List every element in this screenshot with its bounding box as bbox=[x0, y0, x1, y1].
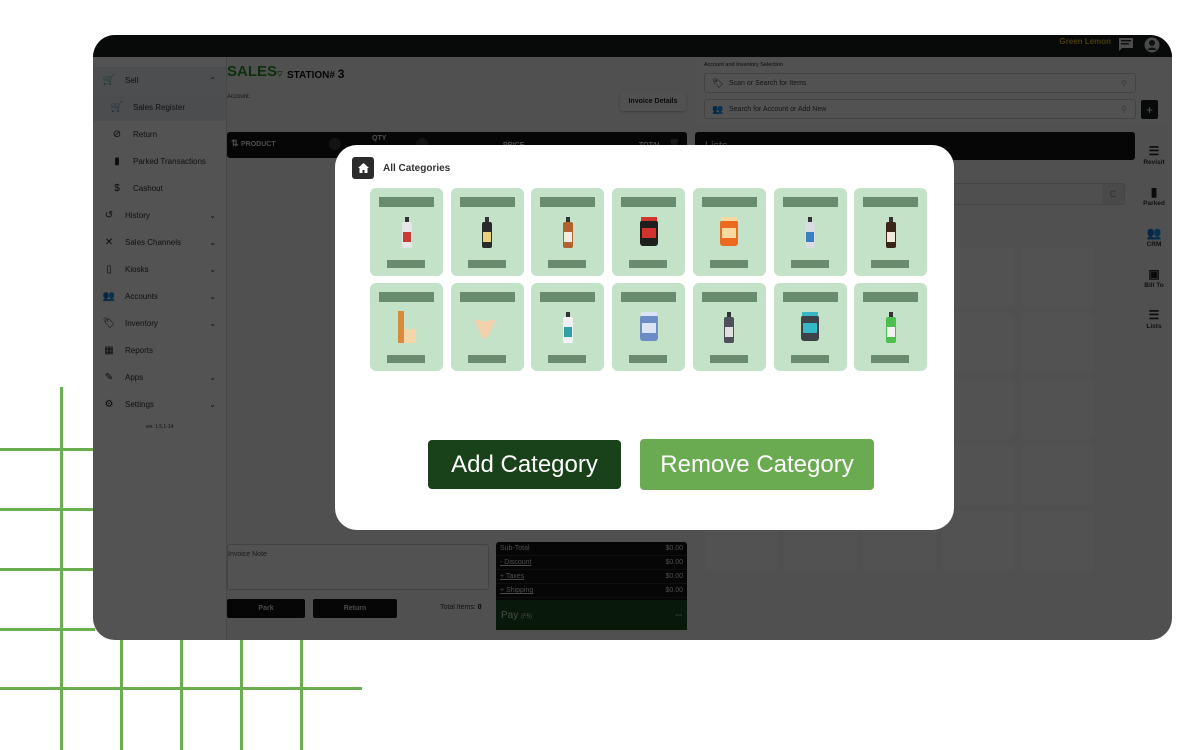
category-name-bar bbox=[540, 197, 596, 207]
grid-line-horizontal bbox=[0, 448, 95, 451]
product-icon bbox=[885, 312, 896, 343]
product-icon bbox=[805, 217, 815, 248]
product-image bbox=[718, 309, 740, 350]
category-count-bar bbox=[467, 260, 506, 268]
grid-line-horizontal bbox=[0, 568, 95, 571]
category-tile[interactable] bbox=[450, 188, 524, 276]
category-name-bar bbox=[459, 292, 515, 302]
home-button[interactable] bbox=[352, 157, 374, 179]
category-tile[interactable] bbox=[854, 188, 928, 276]
category-name-bar bbox=[782, 292, 838, 302]
category-tile[interactable] bbox=[854, 283, 928, 371]
product-image bbox=[799, 309, 821, 350]
product-image bbox=[880, 214, 902, 255]
category-tile[interactable] bbox=[692, 188, 766, 276]
category-name-bar bbox=[379, 292, 434, 302]
product-image bbox=[396, 309, 418, 350]
product-icon bbox=[639, 312, 658, 341]
category-tile[interactable] bbox=[612, 188, 686, 276]
category-count-bar bbox=[467, 355, 506, 363]
grid-line-vertical bbox=[300, 640, 303, 750]
remove-category-button[interactable]: Remove Category bbox=[640, 439, 874, 490]
add-category-button[interactable]: Add Category bbox=[428, 440, 621, 489]
product-icon bbox=[885, 217, 896, 248]
category-count-bar bbox=[871, 260, 910, 268]
category-count-bar bbox=[790, 260, 829, 268]
grid-line-vertical bbox=[120, 640, 123, 750]
category-count-bar bbox=[790, 355, 829, 363]
product-image bbox=[396, 214, 418, 255]
category-tile[interactable] bbox=[773, 283, 847, 371]
category-count-bar bbox=[387, 355, 425, 363]
category-count-bar bbox=[548, 355, 587, 363]
category-count-bar bbox=[629, 355, 668, 363]
product-image bbox=[718, 214, 740, 255]
category-name-bar bbox=[701, 197, 757, 207]
category-name-bar bbox=[621, 292, 677, 302]
category-count-bar bbox=[548, 260, 587, 268]
category-count-bar bbox=[871, 355, 910, 363]
category-tile[interactable] bbox=[531, 283, 605, 371]
product-image bbox=[638, 309, 660, 350]
product-image bbox=[557, 309, 579, 350]
grid-line-vertical bbox=[240, 640, 243, 750]
grid-line-horizontal bbox=[0, 508, 95, 511]
product-icon bbox=[474, 319, 497, 339]
product-icon bbox=[401, 217, 412, 248]
product-image bbox=[476, 214, 498, 255]
grid-line-horizontal bbox=[0, 628, 95, 631]
product-image bbox=[880, 309, 902, 350]
category-count-bar bbox=[629, 260, 668, 268]
product-icon bbox=[397, 311, 416, 343]
category-name-bar bbox=[863, 292, 919, 302]
category-name-bar bbox=[782, 197, 838, 207]
category-name-bar bbox=[540, 292, 596, 302]
category-tile[interactable] bbox=[370, 188, 443, 276]
grid-line-horizontal bbox=[0, 687, 362, 690]
category-count-bar bbox=[709, 355, 748, 363]
category-name-bar bbox=[379, 197, 434, 207]
category-tile[interactable] bbox=[531, 188, 605, 276]
category-tile[interactable] bbox=[450, 283, 524, 371]
stage: Green Lemon 🛒Sell⌃🛒Sales Register⊘Return… bbox=[0, 0, 1200, 750]
category-count-bar bbox=[387, 260, 425, 268]
category-tile[interactable] bbox=[612, 283, 686, 371]
product-icon bbox=[724, 312, 735, 343]
product-image bbox=[638, 214, 660, 255]
category-tile[interactable] bbox=[692, 283, 766, 371]
product-icon bbox=[482, 217, 493, 248]
category-count-bar bbox=[709, 260, 748, 268]
product-icon bbox=[801, 312, 819, 341]
modal-title: All Categories bbox=[383, 163, 451, 174]
category-name-bar bbox=[863, 197, 919, 207]
category-name-bar bbox=[621, 197, 677, 207]
category-name-bar bbox=[701, 292, 757, 302]
product-icon bbox=[720, 217, 739, 246]
product-image bbox=[474, 309, 500, 350]
category-name-bar bbox=[459, 197, 515, 207]
product-icon bbox=[639, 217, 658, 246]
category-tile[interactable] bbox=[370, 283, 443, 371]
category-tile[interactable] bbox=[773, 188, 847, 276]
category-modal: All Categories Add Category Remove Categ… bbox=[335, 145, 954, 530]
product-icon bbox=[562, 217, 573, 248]
grid-line-vertical bbox=[180, 640, 183, 750]
product-image bbox=[557, 214, 579, 255]
home-icon bbox=[357, 163, 369, 173]
product-icon bbox=[562, 312, 573, 343]
product-image bbox=[799, 214, 821, 255]
